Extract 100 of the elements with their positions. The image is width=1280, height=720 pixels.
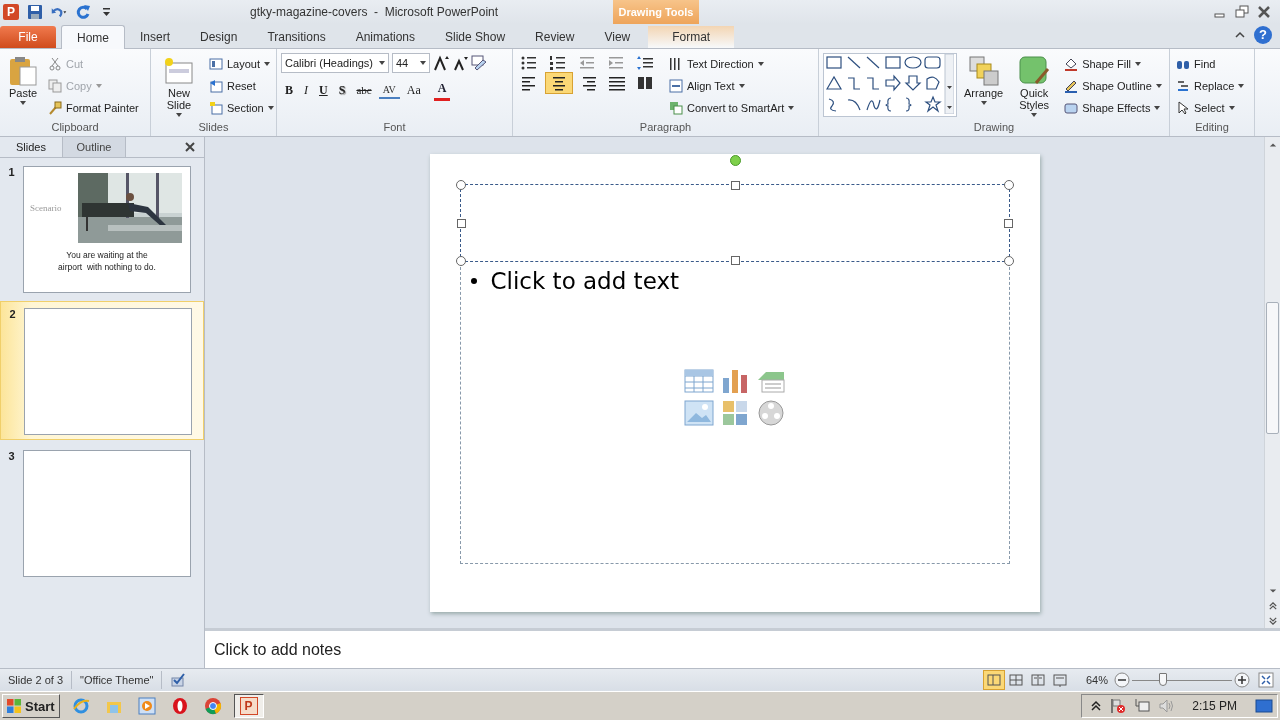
- slide-thumbnail[interactable]: [23, 450, 191, 577]
- align-icon[interactable]: [546, 73, 572, 93]
- ribbon-tab[interactable]: File: [0, 26, 56, 48]
- font-size-field[interactable]: 44: [392, 53, 430, 73]
- ribbon-tab[interactable]: Home: [61, 25, 125, 49]
- ribbon-tab[interactable]: Format: [648, 26, 735, 48]
- zoom-out-icon[interactable]: [1114, 672, 1130, 688]
- resize-handle[interactable]: [1003, 219, 1013, 228]
- ribbon-tab[interactable]: View: [589, 26, 646, 48]
- shapes-gallery[interactable]: [823, 53, 957, 117]
- pane-tab[interactable]: Outline: [63, 137, 126, 157]
- caret-icon: [176, 113, 182, 117]
- window-title: gtky-magazine-covers - Microsoft PowerPoint: [250, 5, 499, 19]
- ribbon-tab[interactable]: Animations: [340, 26, 430, 48]
- chrome-icon: [203, 697, 222, 715]
- resize-handle[interactable]: [730, 256, 740, 265]
- ribbon-tab[interactable]: Transitions: [252, 26, 341, 48]
- zoom-in-icon[interactable]: [1234, 672, 1250, 688]
- start-button[interactable]: Start: [2, 694, 60, 718]
- align-text-button[interactable]: Align Text: [667, 76, 797, 95]
- slider-thumb[interactable]: [1159, 673, 1167, 686]
- shape-outline-button[interactable]: Shape Outline: [1062, 76, 1164, 95]
- format-painter-button[interactable]: Format Painter: [46, 98, 141, 117]
- section-button[interactable]: Section: [207, 98, 276, 117]
- new-slide-button[interactable]: New Slide: [155, 53, 203, 119]
- view-icon[interactable]: [983, 671, 1004, 689]
- zoom-level[interactable]: 64%: [1085, 674, 1108, 686]
- clipboard-icon: [7, 55, 39, 87]
- select-button[interactable]: Select: [1174, 98, 1247, 117]
- caret-icon: [420, 61, 426, 65]
- flag-alert-icon[interactable]: [1110, 698, 1127, 714]
- font-name-field[interactable]: Calibri (Headings): [281, 53, 389, 73]
- grow-font-icon[interactable]: [433, 55, 449, 71]
- show-hidden-icons-icon[interactable]: [1090, 700, 1103, 712]
- notes-pane[interactable]: Click to add notes: [205, 628, 1280, 668]
- taskbar-app[interactable]: P: [233, 694, 264, 718]
- resize-handle[interactable]: [1003, 256, 1014, 266]
- clear-formatting-icon[interactable]: [471, 55, 487, 71]
- app-logo[interactable]: P: [3, 4, 19, 20]
- rotation-handle[interactable]: [729, 155, 741, 166]
- film-reel-icon[interactable]: [755, 400, 786, 426]
- help-button[interactable]: ?: [1254, 25, 1272, 44]
- clock[interactable]: 2:15 PM: [1192, 699, 1237, 713]
- group-label: Paragraph: [638, 121, 693, 135]
- resize-handle[interactable]: [455, 256, 466, 266]
- resize-handle[interactable]: [730, 181, 740, 190]
- ribbon-tab[interactable]: Design: [185, 26, 253, 48]
- arrange-button[interactable]: Arrange: [961, 53, 1007, 107]
- ribbon-tab[interactable]: Insert: [125, 26, 186, 48]
- slide-thumbnail-row[interactable]: 3: [0, 444, 204, 581]
- paintbrush-icon: [48, 100, 62, 115]
- notes-placeholder[interactable]: Click to add notes: [214, 640, 342, 659]
- font-format-button[interactable]: S: [334, 80, 350, 100]
- close-icon[interactable]: [184, 141, 196, 153]
- resize-handle[interactable]: [455, 180, 466, 190]
- network-icon[interactable]: [1134, 698, 1151, 714]
- font-format-button[interactable]: Aa: [402, 80, 425, 100]
- align-text-icon: [669, 78, 683, 93]
- resize-handle[interactable]: [1003, 180, 1014, 190]
- opera-icon: [170, 697, 189, 715]
- spelling-check-icon[interactable]: [170, 672, 187, 688]
- font-format-button[interactable]: A: [433, 79, 451, 101]
- caret-icon: [1031, 113, 1038, 117]
- zoom-slider[interactable]: [1132, 672, 1232, 688]
- slide-thumbnail[interactable]: Scenario You are waiting at the airport with nothing to do.: [23, 166, 191, 293]
- shrink-font-icon[interactable]: [452, 55, 468, 71]
- close-icon[interactable]: [1256, 4, 1272, 20]
- contextual-tab-header: Drawing Tools: [613, 0, 699, 24]
- smartart-icon: [669, 100, 683, 115]
- layout-button[interactable]: Layout: [207, 54, 276, 73]
- ribbon-tab[interactable]: Review: [520, 26, 590, 48]
- caret-icon: [267, 105, 274, 110]
- resize-handle[interactable]: [456, 219, 466, 228]
- scroll-thumb[interactable]: [1266, 302, 1279, 434]
- save-icon[interactable]: [27, 4, 43, 20]
- font-format-button[interactable]: B: [281, 80, 297, 100]
- shape-fill-button[interactable]: Shape Fill: [1062, 54, 1164, 73]
- quick-styles-button[interactable]: Quick Styles: [1010, 53, 1059, 119]
- font-format-button[interactable]: AV: [378, 81, 400, 99]
- restore-icon[interactable]: [1234, 4, 1250, 20]
- content-placeholder-text[interactable]: Click to add text: [490, 268, 679, 294]
- convert-to-smartart-button[interactable]: Convert to SmartArt: [667, 98, 797, 117]
- fit-to-window-icon[interactable]: [1258, 672, 1274, 688]
- caret-icon: [738, 83, 745, 88]
- font-format-button[interactable]: U: [315, 80, 332, 100]
- font-format-button[interactable]: abc: [352, 82, 376, 98]
- shape-effects-button[interactable]: Shape Effects: [1062, 98, 1164, 117]
- slide-thumbnail-row[interactable]: 2: [0, 301, 204, 440]
- scissors-icon: [48, 56, 62, 71]
- show-desktop-icon[interactable]: [1255, 697, 1273, 715]
- font-format-button[interactable]: I: [300, 80, 312, 100]
- slide-thumbnail-row[interactable]: 1 Scenario You are waiting at the airport with nothing to do.: [0, 160, 204, 297]
- replace-button[interactable]: Replace: [1174, 76, 1247, 95]
- paste-button[interactable]: Paste: [4, 53, 42, 107]
- slide-thumbnail[interactable]: [24, 308, 192, 435]
- reset-button[interactable]: Reset: [207, 76, 276, 95]
- ribbon-tab[interactable]: Slide Show: [430, 26, 521, 48]
- redo-icon[interactable]: [75, 4, 91, 20]
- text-direction-button[interactable]: Text Direction: [667, 54, 797, 73]
- find-button[interactable]: Find: [1174, 54, 1247, 73]
